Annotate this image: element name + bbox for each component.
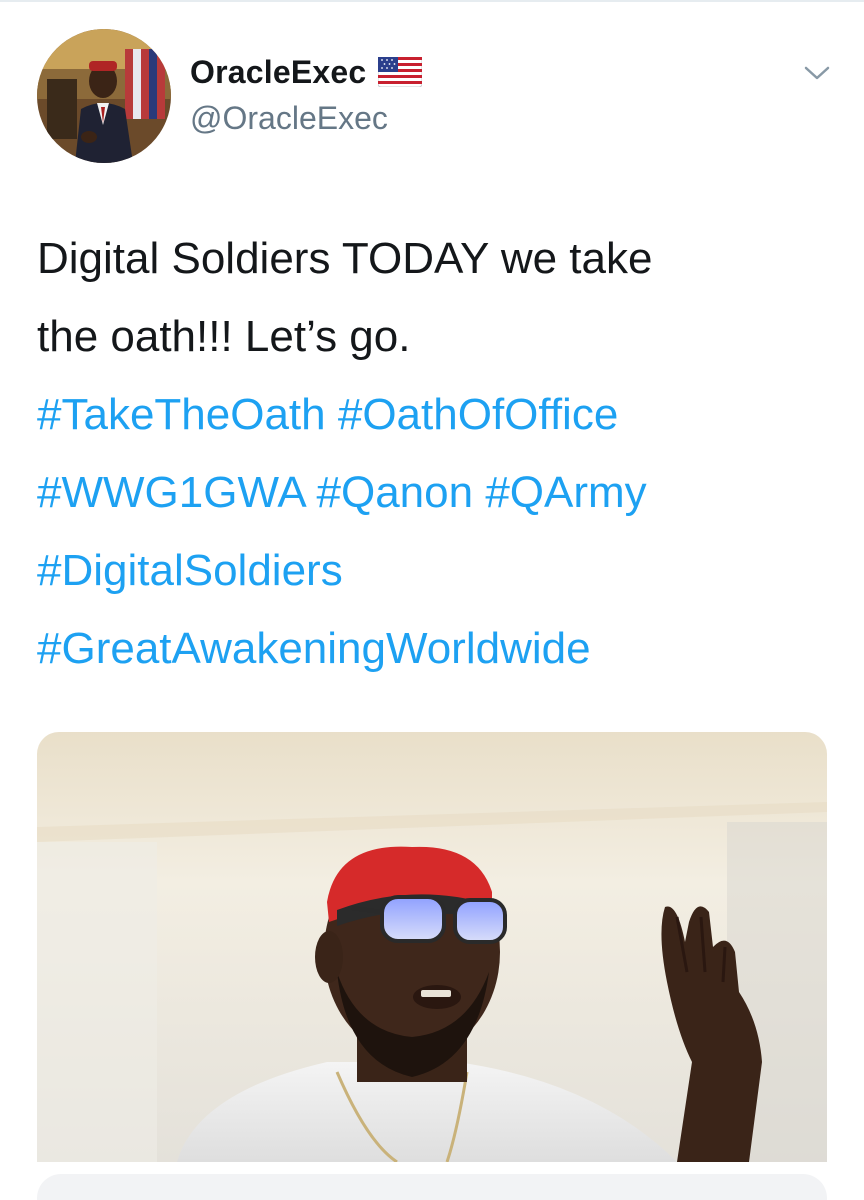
hashtag-link[interactable]: #TakeTheOath xyxy=(37,390,326,439)
hashtag-link[interactable]: #Qanon xyxy=(317,468,474,517)
us-flag-icon xyxy=(377,56,423,88)
tweet-video[interactable] xyxy=(37,732,827,1162)
hashtag-link[interactable]: #GreatAwakeningWorldwide xyxy=(37,624,591,673)
author-name-row[interactable]: OracleExec xyxy=(190,52,423,92)
hashtag-link[interactable]: #QArmy xyxy=(485,468,646,517)
author-handle[interactable]: @OracleExec xyxy=(190,100,388,137)
hashtag-link[interactable]: #WWG1GWA xyxy=(37,468,304,517)
avatar[interactable] xyxy=(37,29,171,163)
tweet-text-line: the oath!!! Let’s go. xyxy=(37,312,411,361)
tweet-text: Digital Soldiers TODAY we take the oath!… xyxy=(37,220,837,688)
hashtag-link[interactable]: #DigitalSoldiers xyxy=(37,546,343,595)
tweet-menu-chevron-down-icon[interactable] xyxy=(800,56,834,90)
author-display-name[interactable]: OracleExec xyxy=(190,54,366,91)
divider xyxy=(0,0,864,2)
hashtag-link[interactable]: #OathOfOffice xyxy=(338,390,618,439)
tweet-card: OracleExec @OracleExec Digital Soldiers … xyxy=(0,0,864,1200)
quoted-card[interactable] xyxy=(37,1174,827,1200)
tweet-text-line: Digital Soldiers TODAY we take xyxy=(37,234,653,283)
